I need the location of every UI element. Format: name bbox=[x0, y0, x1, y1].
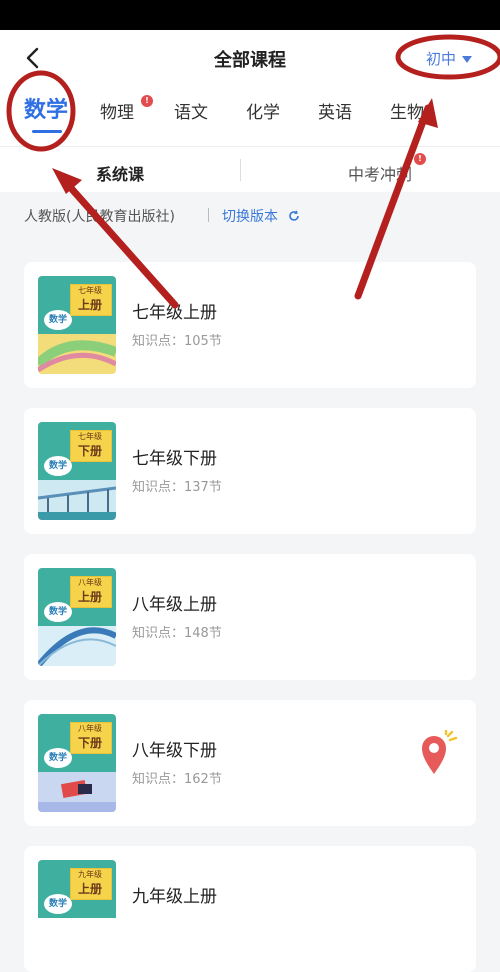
cover-grade: 九年级 bbox=[78, 870, 102, 879]
tab-subject-biology[interactable]: 生物 bbox=[390, 98, 424, 123]
tab-subject-chinese[interactable]: 语文 bbox=[174, 98, 208, 123]
refresh-icon bbox=[289, 210, 300, 221]
switch-edition-button[interactable]: 切换版本 bbox=[222, 206, 300, 226]
cover-subject: 数学 bbox=[44, 894, 72, 914]
knowledge-count: 知识点：162节 bbox=[132, 772, 222, 787]
tab-system-course[interactable]: 系统课 bbox=[0, 161, 240, 185]
tab-subject-math[interactable]: 数学 bbox=[24, 92, 68, 124]
tab-subject-chemistry[interactable]: 化学 bbox=[246, 98, 280, 123]
tab-exam-sprint[interactable]: 中考冲刺 bbox=[260, 161, 500, 185]
status-bar bbox=[0, 0, 500, 30]
cover-art bbox=[38, 772, 116, 812]
course-name: 八年级上册 bbox=[132, 595, 217, 615]
cover-subject: 数学 bbox=[44, 456, 72, 476]
level-dropdown[interactable]: 初中 bbox=[426, 48, 472, 69]
course-card[interactable]: 九年级 上册 数学 九年级上册 bbox=[24, 846, 476, 972]
switch-edition-label: 切换版本 bbox=[222, 209, 278, 225]
course-card[interactable]: 八年级 上册 数学 八年级上册 知识点：148节 bbox=[24, 554, 476, 680]
cover-art bbox=[38, 626, 116, 666]
cover-art bbox=[38, 480, 116, 520]
textbook-cover: 七年级 下册 数学 bbox=[38, 422, 116, 520]
textbook-cover: 八年级 下册 数学 bbox=[38, 714, 116, 812]
tab-divider bbox=[240, 159, 241, 181]
tab-subject-physics[interactable]: 物理 bbox=[100, 98, 134, 123]
new-badge-icon: ! bbox=[414, 153, 426, 165]
active-tab-indicator bbox=[32, 130, 62, 133]
course-name: 七年级上册 bbox=[132, 303, 217, 323]
caret-down-icon bbox=[462, 56, 472, 63]
course-name: 七年级下册 bbox=[132, 449, 217, 469]
cover-subject: 数学 bbox=[44, 310, 72, 330]
course-card[interactable]: 七年级 下册 数学 七年级下册 知识点：137节 bbox=[24, 408, 476, 534]
cover-grade: 八年级 bbox=[78, 578, 102, 587]
textbook-cover: 七年级 上册 数学 bbox=[38, 276, 116, 374]
edition-label: 人教版(人民教育出版社) bbox=[24, 209, 175, 225]
course-name: 九年级上册 bbox=[132, 887, 217, 907]
cover-volume: 下册 bbox=[77, 444, 102, 458]
edition-bar: 人教版(人民教育出版社) 切换版本 bbox=[0, 192, 500, 238]
edition-divider bbox=[208, 208, 209, 222]
textbook-cover: 八年级 上册 数学 bbox=[38, 568, 116, 666]
cover-grade: 七年级 bbox=[78, 286, 102, 295]
subject-tabs: 数学 物理 ! 语文 化学 英语 生物 bbox=[0, 92, 500, 136]
cover-grade: 七年级 bbox=[78, 432, 102, 441]
knowledge-count: 知识点：148节 bbox=[132, 626, 222, 641]
location-pin-icon[interactable] bbox=[418, 730, 458, 780]
cover-volume: 上册 bbox=[77, 590, 102, 604]
new-badge-icon: ! bbox=[141, 95, 153, 107]
cover-subject: 数学 bbox=[44, 602, 72, 622]
cover-grade: 八年级 bbox=[78, 724, 102, 733]
tab-subject-english[interactable]: 英语 bbox=[318, 98, 352, 123]
cover-subject: 数学 bbox=[44, 748, 72, 768]
cover-volume: 上册 bbox=[77, 298, 102, 312]
course-name: 八年级下册 bbox=[132, 741, 217, 761]
course-type-tabs: 系统课 中考冲刺 ! bbox=[0, 146, 500, 193]
textbook-cover: 九年级 上册 数学 bbox=[38, 860, 116, 958]
cover-volume: 下册 bbox=[77, 736, 102, 750]
course-card[interactable]: 八年级 下册 数学 八年级下册 知识点：162节 bbox=[24, 700, 476, 826]
knowledge-count: 知识点：105节 bbox=[132, 334, 222, 349]
cover-art bbox=[38, 334, 116, 374]
level-label: 初中 bbox=[425, 50, 456, 68]
knowledge-count: 知识点：137节 bbox=[132, 480, 222, 495]
course-card[interactable]: 七年级 上册 数学 七年级上册 知识点：105节 bbox=[24, 262, 476, 388]
